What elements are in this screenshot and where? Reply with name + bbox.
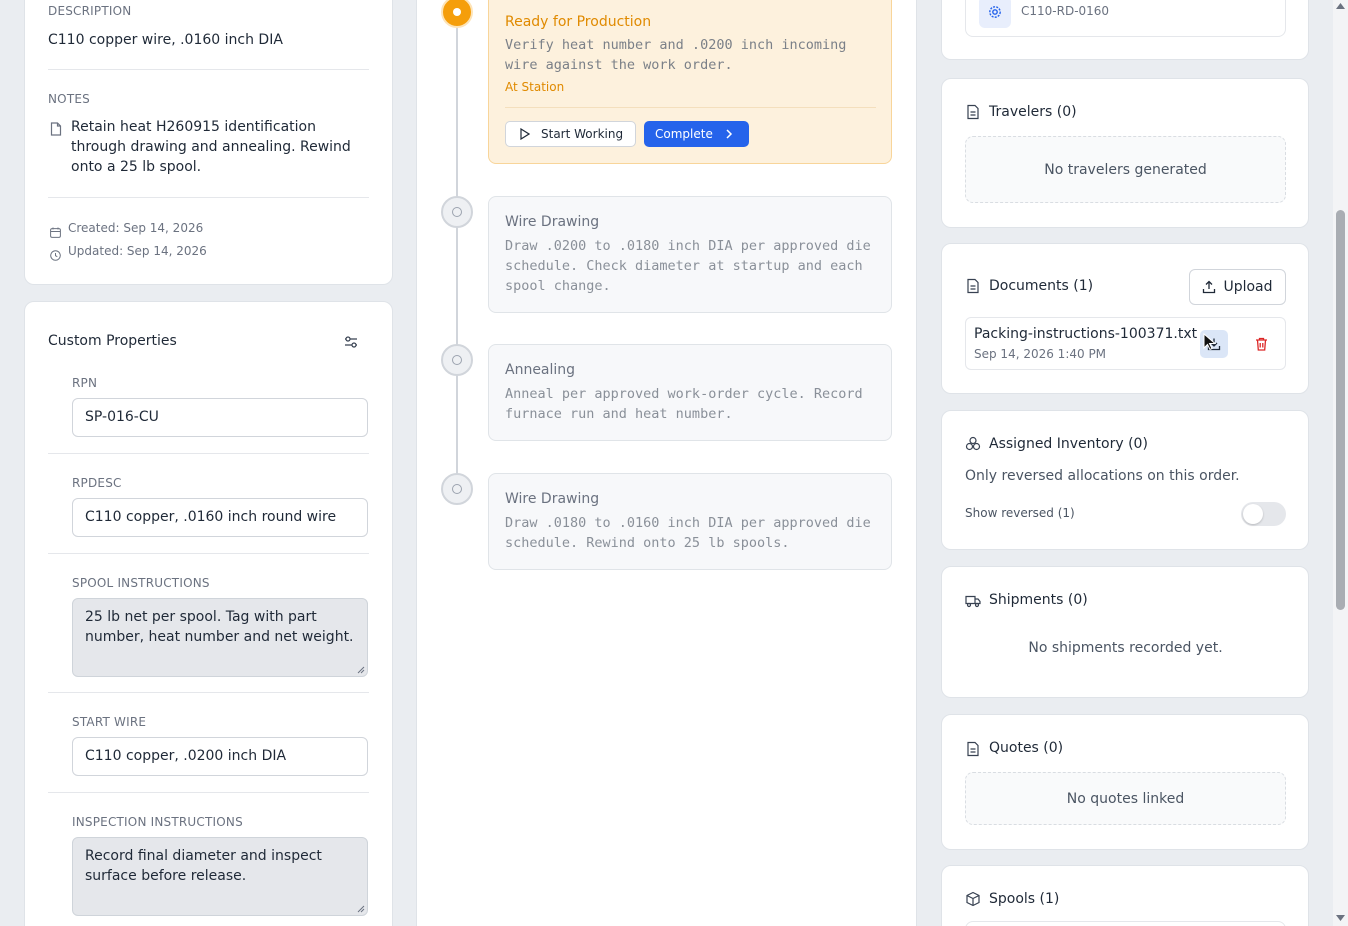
travelers-empty: No travelers generated (965, 136, 1286, 203)
cursor-icon (1203, 333, 1217, 351)
operation-description: Draw .0200 to .0180 inch DIA per approve… (505, 238, 871, 294)
details-card: DESCRIPTION C110 copper wire, .0160 inch… (24, 0, 393, 285)
timeline-dot (441, 344, 473, 376)
document-row[interactable]: Packing-instructions-100371.txt Sep 14, … (965, 317, 1286, 370)
truck-icon (965, 595, 981, 608)
settings-sliders-icon[interactable] (343, 334, 359, 354)
documents-title: Documents (1) (989, 278, 1094, 294)
divider (48, 553, 369, 554)
operation-step-wire-drawing[interactable]: Wire Drawing Draw .0200 to .0180 inch DI… (488, 196, 892, 313)
created-date: Created: Sep 14, 2026 (68, 221, 204, 235)
notes-text: Retain heat H260915 identification throu… (71, 119, 351, 175)
operation-title: Ready for Production (505, 14, 652, 30)
document-file-date: Sep 14, 2026 1:40 PM (974, 347, 1107, 361)
part-code: C110-RD-0160 (1021, 4, 1110, 18)
calendar-icon (50, 223, 61, 242)
part-link[interactable]: C110-RD-0160 (965, 0, 1286, 37)
start-working-button[interactable]: Start Working (505, 121, 636, 147)
quotes-empty: No quotes linked (965, 772, 1286, 825)
divider (48, 692, 369, 693)
inventory-title: Assigned Inventory (0) (989, 436, 1148, 452)
upload-button[interactable]: Upload (1189, 269, 1286, 305)
operation-title: Annealing (505, 362, 576, 378)
scrollbar[interactable] (1333, 0, 1348, 926)
inventory-text: Only reversed allocations on this order. (965, 468, 1240, 484)
travelers-card: Travelers (0) No travelers generated (941, 78, 1309, 228)
divider (48, 197, 369, 198)
complete-button[interactable]: Complete (644, 121, 749, 147)
clock-icon (50, 246, 61, 265)
gear-icon (979, 0, 1011, 28)
shipments-empty: No shipments recorded yet. (1028, 640, 1223, 656)
divider (48, 453, 369, 454)
notes-label: NOTES (48, 92, 90, 106)
shipments-title: Shipments (0) (989, 592, 1088, 608)
shipments-card: Shipments (0) No shipments recorded yet. (941, 566, 1309, 698)
scroll-up-icon[interactable] (1336, 3, 1345, 9)
property-label-spool-instructions: SPOOL INSTRUCTIONS (72, 576, 210, 590)
spool-instructions-textarea[interactable]: 25 lb net per spool. Tag with part numbe… (72, 598, 368, 677)
play-icon (520, 128, 530, 140)
property-label-start-wire: START WIRE (72, 715, 147, 729)
resize-handle-icon[interactable] (357, 666, 365, 674)
delete-button[interactable] (1248, 330, 1274, 358)
document-icon (967, 741, 979, 757)
scrollbar-thumb[interactable] (1336, 210, 1345, 610)
complete-label: Complete (655, 127, 713, 141)
start-working-label: Start Working (541, 127, 624, 141)
document-file-name: Packing-instructions-100371.txt (974, 326, 1198, 342)
quotes-title: Quotes (0) (989, 740, 1064, 756)
start-wire-input[interactable]: C110 copper, .0200 inch DIA (72, 737, 368, 776)
file-icon (50, 121, 62, 140)
timeline-dot (441, 473, 473, 505)
property-label-rpn: RPN (72, 376, 98, 390)
travelers-title: Travelers (0) (989, 104, 1077, 120)
timeline-dot (441, 196, 473, 228)
inspection-instructions-text: Record final diameter and inspect surfac… (85, 848, 322, 884)
custom-properties-title: Custom Properties (48, 333, 177, 349)
upload-icon (1203, 280, 1216, 294)
inventory-card: Assigned Inventory (0) Only reversed all… (941, 410, 1309, 550)
operation-description: Verify heat number and .0200 inch incomi… (505, 37, 847, 73)
chevron-right-icon (726, 129, 732, 139)
rpdesc-input[interactable]: C110 copper, .0160 inch round wire (72, 498, 368, 537)
document-icon (967, 104, 979, 120)
spool-row[interactable] (965, 921, 1286, 926)
property-label-rpdesc: RPDESC (72, 476, 122, 490)
description-label: DESCRIPTION (48, 4, 132, 18)
boxes-icon (965, 436, 981, 451)
timeline-line (456, 20, 458, 490)
operation-description: Anneal per approved work-order cycle. Re… (505, 386, 863, 422)
divider (48, 69, 369, 70)
package-icon (966, 891, 980, 907)
resize-handle-icon[interactable] (357, 905, 365, 913)
operation-title: Wire Drawing (505, 214, 600, 230)
description-text: C110 copper wire, .0160 inch DIA (48, 32, 283, 48)
quotes-card: Quotes (0) No quotes linked (941, 714, 1309, 850)
trash-icon (1255, 337, 1267, 351)
operation-step-annealing[interactable]: Annealing Anneal per approved work-order… (488, 344, 892, 441)
rpn-input[interactable]: SP-016-CU (72, 398, 368, 437)
operation-step-wire-drawing-2[interactable]: Wire Drawing Draw .0180 to .0160 inch DI… (488, 473, 892, 570)
property-label-inspection-instructions: INSPECTION INSTRUCTIONS (72, 815, 243, 829)
operation-title: Wire Drawing (505, 491, 600, 507)
documents-card: Documents (1) Upload Packing-instruction… (941, 243, 1309, 394)
operation-step-ready[interactable]: Ready for Production Verify heat number … (488, 0, 892, 164)
spools-card: Spools (1) (941, 865, 1309, 926)
divider (48, 792, 369, 793)
updated-date: Updated: Sep 14, 2026 (68, 244, 207, 258)
custom-properties-card: Custom Properties RPN SP-016-CU RPDESC C… (24, 301, 393, 926)
show-reversed-label: Show reversed (1) (965, 506, 1075, 520)
part-card: C110-RD-0160 (941, 0, 1309, 60)
upload-label: Upload (1223, 279, 1273, 295)
operation-description: Draw .0180 to .0160 inch DIA per approve… (505, 515, 871, 551)
spools-title: Spools (1) (989, 891, 1060, 907)
status-badge: At Station (505, 80, 565, 94)
show-reversed-toggle[interactable] (1241, 502, 1286, 526)
inspection-instructions-textarea[interactable]: Record final diameter and inspect surfac… (72, 837, 368, 916)
spool-instructions-text: 25 lb net per spool. Tag with part numbe… (85, 609, 354, 645)
document-icon (967, 278, 979, 294)
scroll-down-icon[interactable] (1336, 915, 1345, 921)
divider (505, 107, 876, 108)
